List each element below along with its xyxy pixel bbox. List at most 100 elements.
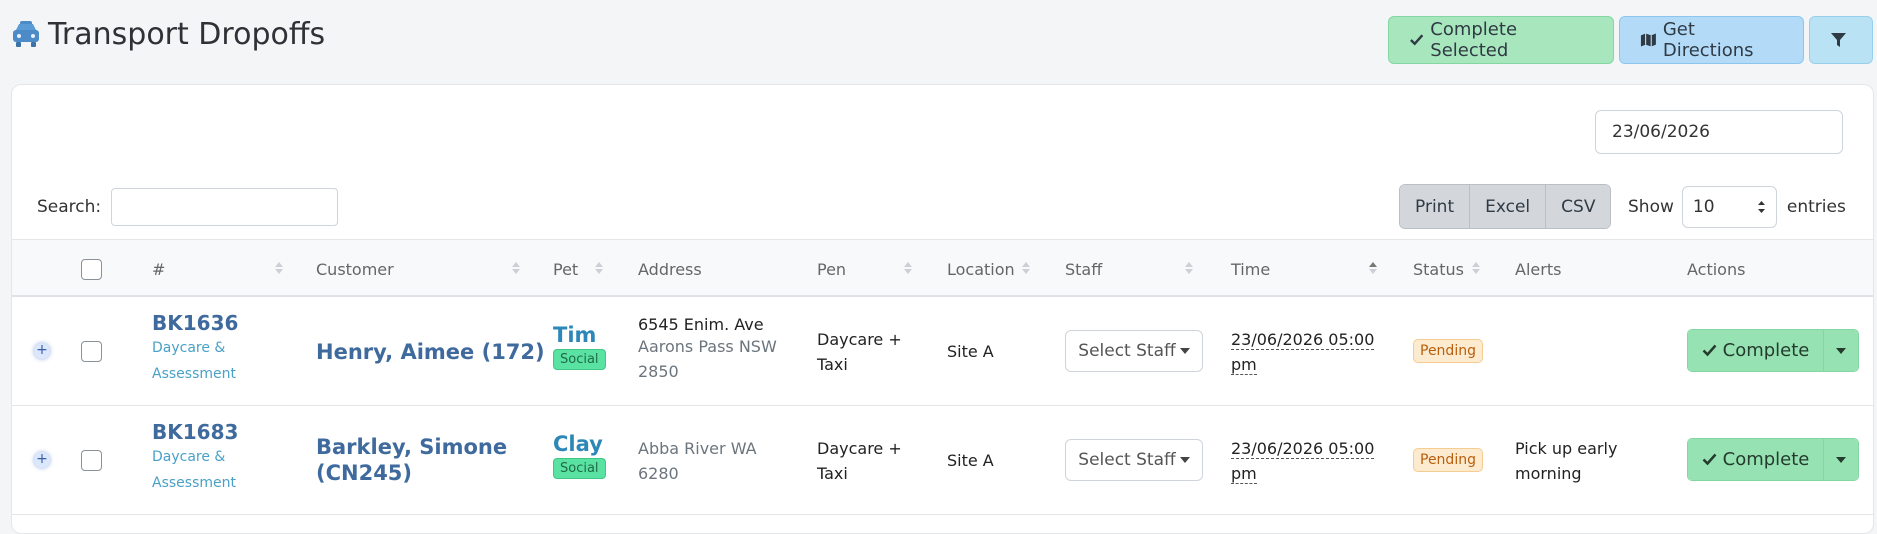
check-icon xyxy=(1702,453,1717,466)
alert-line: Pick up early xyxy=(1515,439,1618,458)
filter-button[interactable] xyxy=(1809,16,1873,64)
search-area: Search: xyxy=(37,188,339,226)
complete-button[interactable]: Complete xyxy=(1688,439,1824,480)
row-checkbox[interactable] xyxy=(81,341,102,362)
sort-icon xyxy=(512,262,520,274)
time-cell[interactable]: 23/06/2026 05:00 pm xyxy=(1231,327,1375,377)
row-select-cell xyxy=(81,450,102,471)
time-cell[interactable]: 23/06/2026 05:00 pm xyxy=(1231,436,1375,486)
service-line: Daycare & xyxy=(152,449,226,465)
complete-label: Complete xyxy=(1722,449,1810,470)
booking-cell: BK1683 Daycare & Assessment xyxy=(152,420,238,496)
updown-icon xyxy=(1757,201,1765,213)
status-cell: Pending xyxy=(1413,339,1483,363)
complete-selected-button[interactable]: Complete Selected xyxy=(1388,16,1614,64)
location-cell: Site A xyxy=(947,342,994,361)
column-header-status[interactable]: Status xyxy=(1413,240,1464,298)
pen-line: Taxi xyxy=(817,464,848,483)
service-line: Assessment xyxy=(152,475,236,491)
complete-label: Complete xyxy=(1722,340,1810,361)
print-button[interactable]: Print xyxy=(1400,185,1471,228)
column-header-pet[interactable]: Pet xyxy=(553,240,578,298)
booking-id-link[interactable]: BK1636 xyxy=(152,311,238,335)
expand-row-icon[interactable]: + xyxy=(34,343,50,359)
customer-link[interactable]: Barkley, Simone xyxy=(316,434,507,460)
column-header-address: Address xyxy=(638,259,702,279)
complete-dropdown-toggle[interactable] xyxy=(1824,439,1858,480)
staff-select-label: Select Staff xyxy=(1078,341,1176,361)
address-cell: Abba River WA 6280 xyxy=(638,436,757,486)
address-line: Abba River WA xyxy=(638,439,757,458)
customer-link[interactable]: (CN245) xyxy=(316,460,507,486)
column-header-time[interactable]: Time xyxy=(1231,240,1270,298)
booking-id-link[interactable]: BK1683 xyxy=(152,420,238,444)
staff-select[interactable]: Select Staff xyxy=(1065,439,1203,481)
customer-link[interactable]: Henry, Aimee (172) xyxy=(316,339,545,365)
select-all-checkbox[interactable] xyxy=(81,258,102,280)
sort-icon xyxy=(595,262,603,274)
time-line: 23/06/2026 05:00 xyxy=(1231,439,1375,459)
row-select-cell xyxy=(81,341,102,362)
pet-tag: Social xyxy=(553,349,606,370)
page-header: Transport Dropoffs xyxy=(10,12,325,56)
staff-select-label: Select Staff xyxy=(1078,450,1176,470)
pet-link[interactable]: Clay xyxy=(553,432,606,456)
alert-line: morning xyxy=(1515,464,1582,483)
column-header-pen[interactable]: Pen xyxy=(817,240,846,298)
caret-down-icon xyxy=(1836,347,1846,354)
expand-row-icon[interactable]: + xyxy=(34,452,50,468)
caret-down-icon xyxy=(1836,456,1846,463)
service-line: Assessment xyxy=(152,366,236,382)
address-cell: 6545 Enim. Ave Aarons Pass NSW 2850 xyxy=(638,315,777,384)
pen-line: Taxi xyxy=(817,355,848,374)
check-icon xyxy=(1702,344,1717,357)
show-label: Show xyxy=(1628,197,1674,217)
address-line: 6280 xyxy=(638,464,679,483)
time-line: pm xyxy=(1231,355,1257,375)
entries-select[interactable]: 10 xyxy=(1681,186,1777,228)
column-header-location[interactable]: Location xyxy=(947,240,1015,298)
pen-line: Daycare + xyxy=(817,439,902,458)
pet-link[interactable]: Tim xyxy=(553,323,606,347)
address-street: 6545 Enim. Ave xyxy=(638,315,764,334)
get-directions-label: Get Directions xyxy=(1662,19,1754,61)
complete-selected-label: Complete Selected xyxy=(1430,19,1518,61)
filter-icon xyxy=(1830,33,1846,47)
alerts-cell: Pick up early morning xyxy=(1515,436,1617,486)
address-line: Aarons Pass NSW xyxy=(638,337,777,356)
address-line: 2850 xyxy=(638,362,679,381)
column-header-number[interactable]: # xyxy=(152,240,165,298)
table-header: # Customer Pet Address Pen Location Staf… xyxy=(12,239,1873,297)
complete-button-group: Complete xyxy=(1687,438,1859,481)
table-row: + BK1636 Daycare & Assessment Henry, Aim… xyxy=(12,297,1873,406)
map-icon xyxy=(1640,33,1656,47)
table-row: + BK1683 Daycare & Assessment Barkley, S… xyxy=(12,406,1873,515)
column-header-staff[interactable]: Staff xyxy=(1065,240,1102,298)
time-line: pm xyxy=(1231,464,1257,484)
check-icon xyxy=(1410,34,1424,46)
column-header-customer[interactable]: Customer xyxy=(316,240,394,298)
page-title: Transport Dropoffs xyxy=(48,16,326,52)
row-checkbox[interactable] xyxy=(81,450,102,471)
csv-button[interactable]: CSV xyxy=(1546,185,1611,228)
sort-icon xyxy=(1472,262,1480,274)
complete-button[interactable]: Complete xyxy=(1688,330,1824,371)
staff-select[interactable]: Select Staff xyxy=(1065,330,1203,372)
search-label: Search: xyxy=(37,197,102,217)
complete-dropdown-toggle[interactable] xyxy=(1824,330,1858,371)
pen-cell: Daycare + Taxi xyxy=(817,327,902,377)
date-field[interactable]: 23/06/2026 xyxy=(1595,110,1843,154)
entries-control: Show 10 entries xyxy=(1628,186,1846,228)
transport-card: 23/06/2026 Search: Print Excel CSV Show … xyxy=(11,84,1874,534)
booking-cell: BK1636 Daycare & Assessment xyxy=(152,311,238,387)
get-directions-button[interactable]: Get Directions xyxy=(1619,16,1804,64)
customer-cell: Barkley, Simone (CN245) xyxy=(316,434,507,486)
sort-icon xyxy=(275,262,283,274)
search-input[interactable] xyxy=(111,188,339,226)
excel-button[interactable]: Excel xyxy=(1470,185,1547,228)
sort-icon xyxy=(904,262,912,274)
time-line: 23/06/2026 05:00 xyxy=(1231,330,1375,350)
select-all-cell xyxy=(81,240,102,298)
entries-label: entries xyxy=(1786,197,1846,217)
status-badge: Pending xyxy=(1413,448,1483,472)
